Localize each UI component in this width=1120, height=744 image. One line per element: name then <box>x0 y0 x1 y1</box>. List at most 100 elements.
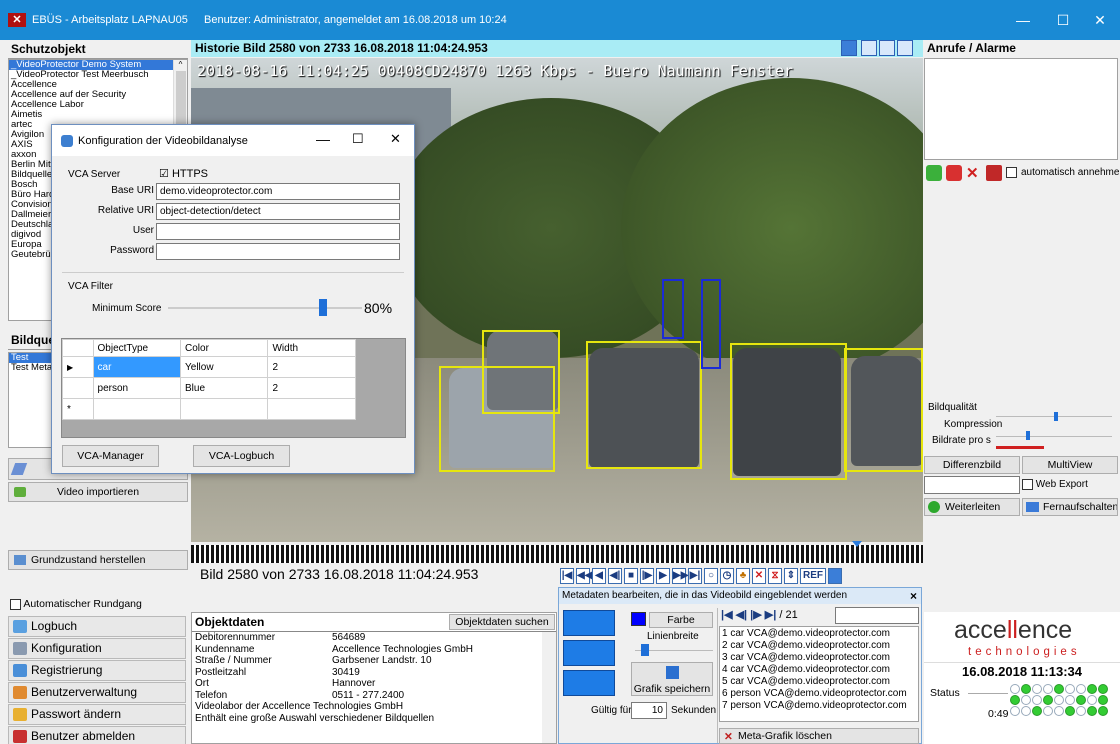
list-item[interactable]: Accellence <box>9 80 187 90</box>
password-input[interactable] <box>156 243 400 260</box>
object-type-grid[interactable]: ObjectType Color Width ▶ car Yellow 2 pe… <box>61 338 406 438</box>
table-cell[interactable]: 2 <box>267 377 356 399</box>
password-button[interactable]: Passwort ändern <box>8 704 186 725</box>
https-option[interactable]: ☑ HTTPS <box>159 167 208 180</box>
binoculars-icon[interactable]: ♣ <box>736 568 750 584</box>
auto-accept-checkbox[interactable] <box>1006 167 1017 178</box>
next-frame-button[interactable]: |▶ <box>640 568 654 584</box>
print-icon[interactable] <box>897 40 913 56</box>
table-row[interactable]: person Blue 2 <box>62 377 356 399</box>
first-frame-button[interactable]: |◀ <box>560 568 574 584</box>
color-swatch[interactable] <box>631 612 646 626</box>
min-score-thumb[interactable] <box>319 299 328 316</box>
multiview-button[interactable]: MultiView <box>1022 456 1118 474</box>
table-row[interactable]: * <box>62 398 356 420</box>
minimize-button[interactable]: — <box>316 131 330 147</box>
forward-button[interactable]: Weiterleiten <box>924 498 1020 516</box>
table-cell[interactable]: Yellow <box>179 356 269 378</box>
timeline-marker-icon[interactable] <box>852 541 862 547</box>
export-icon[interactable] <box>861 40 877 56</box>
column-header[interactable]: Width <box>267 339 356 357</box>
vca-logbook-button[interactable]: VCA-Logbuch <box>193 445 290 467</box>
scroll-up-icon[interactable]: ^ <box>174 60 187 69</box>
hangup-icon[interactable] <box>946 165 962 181</box>
https-checkbox[interactable]: ☑ <box>159 168 169 180</box>
delete-graphic-button[interactable]: ✕ Meta-Grafik löschen <box>719 728 919 744</box>
polyline-tool-icon[interactable] <box>563 610 615 636</box>
export-name-input[interactable] <box>924 476 1020 494</box>
difference-image-button[interactable]: Differenzbild <box>924 456 1020 474</box>
list-item[interactable]: 2 car VCA@demo.videoprotector.com <box>720 640 918 652</box>
view-icon[interactable] <box>828 568 842 584</box>
accept-call-icon[interactable] <box>926 165 942 181</box>
registration-button[interactable]: Registrierung <box>8 660 186 681</box>
stop-button[interactable]: ■ <box>624 568 638 584</box>
search-icon[interactable]: ○ <box>704 568 718 584</box>
line-width-thumb[interactable] <box>641 644 649 656</box>
column-header[interactable]: Color <box>179 339 269 357</box>
fullscreen-icon[interactable] <box>841 40 857 56</box>
table-cell[interactable] <box>179 398 269 420</box>
close-icon[interactable]: × <box>910 588 917 604</box>
last-frame-button[interactable]: ▶| <box>688 568 702 584</box>
config-button[interactable]: Konfiguration <box>8 638 186 659</box>
objektdaten-search-button[interactable]: Objektdaten suchen <box>449 614 555 630</box>
sync-icon[interactable]: ⇕ <box>784 568 798 584</box>
metadata-search-input[interactable] <box>835 607 919 624</box>
ref-button[interactable]: REF <box>800 568 826 584</box>
base-uri-input[interactable]: demo.videoprotector.com <box>156 183 400 200</box>
list-item[interactable]: 5 car VCA@demo.videoprotector.com <box>720 676 918 688</box>
remote-connect-button[interactable]: Fernaufschalten <box>1022 498 1118 516</box>
reset-button[interactable]: Grundzustand herstellen <box>8 550 188 570</box>
logout-button[interactable]: Benutzer abmelden <box>8 726 186 744</box>
auto-tour-option[interactable]: Automatischer Rundgang <box>10 598 188 612</box>
table-cell[interactable]: car <box>92 356 182 378</box>
table-cell[interactable]: person <box>92 377 182 399</box>
list-item[interactable]: _VideoProtector Test Meerbusch <box>9 70 187 80</box>
list-item[interactable]: _VideoProtector Demo System <box>9 60 187 70</box>
valid-seconds-input[interactable]: 10 <box>631 702 667 719</box>
alarms-list[interactable] <box>924 58 1118 160</box>
logbook-button[interactable]: Logbuch <box>8 616 186 637</box>
play-button[interactable]: ▶ <box>656 568 670 584</box>
delete-icon[interactable]: ✕ <box>752 568 766 584</box>
table-cell[interactable] <box>92 398 182 420</box>
min-score-slider[interactable] <box>168 307 362 309</box>
copy-icon[interactable] <box>879 40 895 56</box>
metadata-list[interactable]: 1 car VCA@demo.videoprotector.com 2 car V… <box>719 626 919 722</box>
fast-back-button[interactable]: ◀◀ <box>576 568 592 584</box>
user-input[interactable] <box>156 223 400 240</box>
framerate-thumb[interactable] <box>1026 431 1030 440</box>
color-button[interactable]: Farbe <box>649 612 713 628</box>
column-header[interactable]: ObjectType <box>92 339 182 357</box>
list-item[interactable]: 6 person VCA@demo.videoprotector.com <box>720 688 918 700</box>
save-graphic-button[interactable]: Grafik speichern <box>631 662 713 696</box>
fast-forward-button[interactable]: ▶▶ <box>672 568 688 584</box>
delete-icon[interactable]: ✕ <box>966 164 979 182</box>
rectangle-tool-icon[interactable] <box>563 640 615 666</box>
minimize-button[interactable]: — <box>1011 8 1035 32</box>
close-button[interactable]: ✕ <box>1088 8 1112 32</box>
list-item[interactable]: 3 car VCA@demo.videoprotector.com <box>720 652 918 664</box>
framerate-slider[interactable] <box>996 436 1112 437</box>
objektdaten-scrollbar[interactable] <box>542 632 556 743</box>
relative-uri-input[interactable]: object-detection/detect <box>156 203 400 220</box>
list-item[interactable]: 1 car VCA@demo.videoprotector.com <box>720 628 918 640</box>
list-item[interactable]: Aimetis <box>9 110 187 120</box>
table-cell[interactable]: Blue <box>179 377 269 399</box>
vca-manager-button[interactable]: VCA-Manager <box>62 445 159 467</box>
polygon-tool-icon[interactable] <box>563 670 615 696</box>
list-item[interactable]: Accellence auf der Security <box>9 90 187 100</box>
import-video-button[interactable]: Video importieren <box>8 482 188 502</box>
step-back-button[interactable]: ◀ <box>592 568 606 584</box>
list-item[interactable]: 4 car VCA@demo.videoprotector.com <box>720 664 918 676</box>
table-cell[interactable]: 2 <box>267 356 356 378</box>
alarm-icon[interactable] <box>986 165 1002 181</box>
maximize-button[interactable]: ☐ <box>1051 8 1075 32</box>
web-export-checkbox[interactable] <box>1022 479 1033 490</box>
prev-frame-button[interactable]: ◀| <box>608 568 622 584</box>
auto-tour-checkbox[interactable] <box>10 598 21 610</box>
table-row[interactable]: ▶ car Yellow 2 <box>62 356 356 378</box>
filter-icon[interactable]: ⧖ <box>768 568 782 584</box>
compression-thumb[interactable] <box>1054 412 1058 421</box>
